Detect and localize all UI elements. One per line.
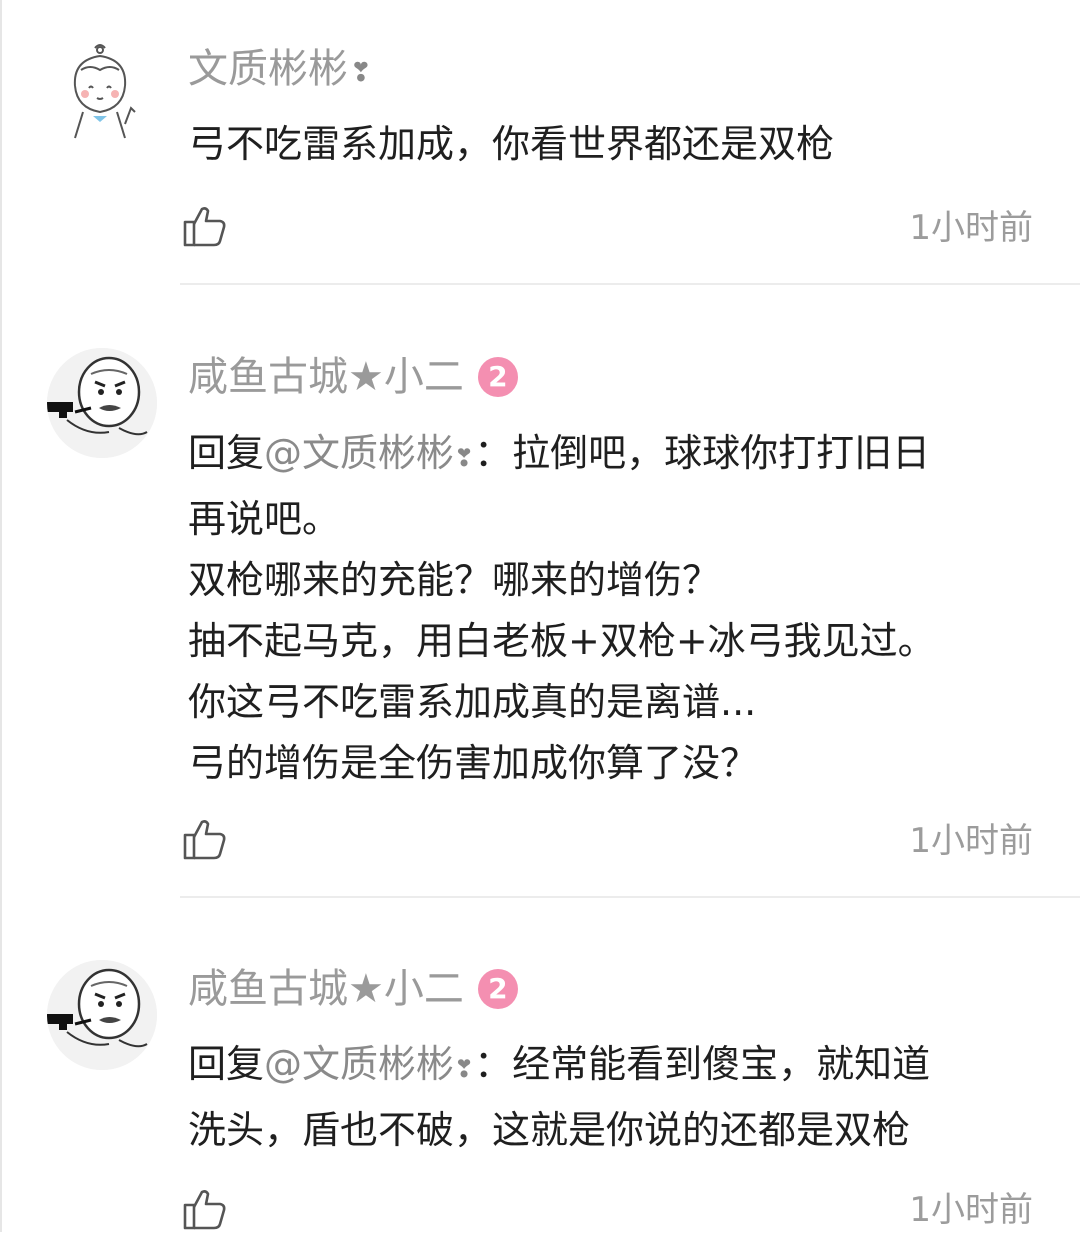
comment-time: 1小时前 [909,208,1033,248]
username[interactable]: 咸鱼古城★小二 2 [188,352,518,402]
comment-line: 弓的增伤是全伤害加成你算了没？ [188,741,759,785]
like-button[interactable] [182,1186,228,1232]
divider [180,896,1080,898]
cartoon-girl-avatar-icon [73,44,136,139]
level-badge: 2 [477,357,518,397]
like-button[interactable] [182,816,228,862]
avatar[interactable] [45,38,155,148]
comment-line: 双枪哪来的充能？哪来的增伤？ [188,558,721,602]
heart-icon: ❣ [350,58,372,88]
screen-left-edge [0,0,2,1232]
comment-time: 1小时前 [909,821,1033,861]
username[interactable]: 咸鱼古城★小二 2 [188,964,518,1014]
comment-line: 抽不起马克，用白老板+双枪+冰弓我见过。 [188,619,936,663]
avatar[interactable] [47,348,157,458]
meme-face-avatar-icon [47,960,157,1070]
comment-body: 回复@文质彬彬❣：拉倒吧，球球你打打旧日 再说吧。 双枪哪来的充能？哪来的增伤？… [188,423,1038,794]
username[interactable]: 文质彬彬 ❣ [188,44,372,94]
comment-line: 回复@文质彬彬❣：拉倒吧，球球你打打旧日 [188,423,1038,489]
comment-line: 洗头，盾也不破，这就是你说的还都是双枪 [188,1108,911,1152]
comment-body: 回复@文质彬彬❣：经常能看到傻宝，就知道 洗头，盾也不破，这就是你说的还都是双枪 [188,1034,1038,1161]
reply-prefix: 回复 [188,431,265,475]
comment-line: 你这弓不吃雷系加成真的是离谱... [188,680,757,724]
thumbs-up-icon [183,207,226,247]
reply-prefix: 回复 [188,1042,265,1086]
mention-text[interactable]: @文质彬彬 [264,431,454,475]
username-text[interactable]: 咸鱼古城★小二 [188,964,464,1014]
comment-line-rest: ：拉倒吧，球球你打打旧日 [474,431,931,475]
avatar[interactable] [47,960,157,1070]
meme-face-avatar-icon [47,348,157,458]
divider [180,283,1080,285]
comment-line: 再说吧。 [188,497,341,541]
comment-body: 弓不吃雷系加成，你看世界都还是双枪 [188,114,1038,175]
mention-link[interactable]: @文质彬彬❣ [264,431,474,475]
level-badge: 2 [477,969,518,1009]
comment-line-rest: ：经常能看到傻宝，就知道 [474,1042,931,1086]
heart-icon: ❣ [454,444,475,472]
comment-time: 1小时前 [909,1190,1033,1230]
username-text[interactable]: 文质彬彬 [188,44,348,94]
thumbs-up-icon [183,1190,226,1230]
username-text[interactable]: 咸鱼古城★小二 [188,352,464,402]
heart-icon: ❣ [454,1055,475,1083]
comment-line: 回复@文质彬彬❣：经常能看到傻宝，就知道 [188,1034,1038,1100]
comment-line: 弓不吃雷系加成，你看世界都还是双枪 [188,122,835,166]
mention-link[interactable]: @文质彬彬❣ [264,1042,474,1086]
mention-text[interactable]: @文质彬彬 [264,1042,454,1086]
like-button[interactable] [182,203,228,249]
thumbs-up-icon [183,820,226,860]
